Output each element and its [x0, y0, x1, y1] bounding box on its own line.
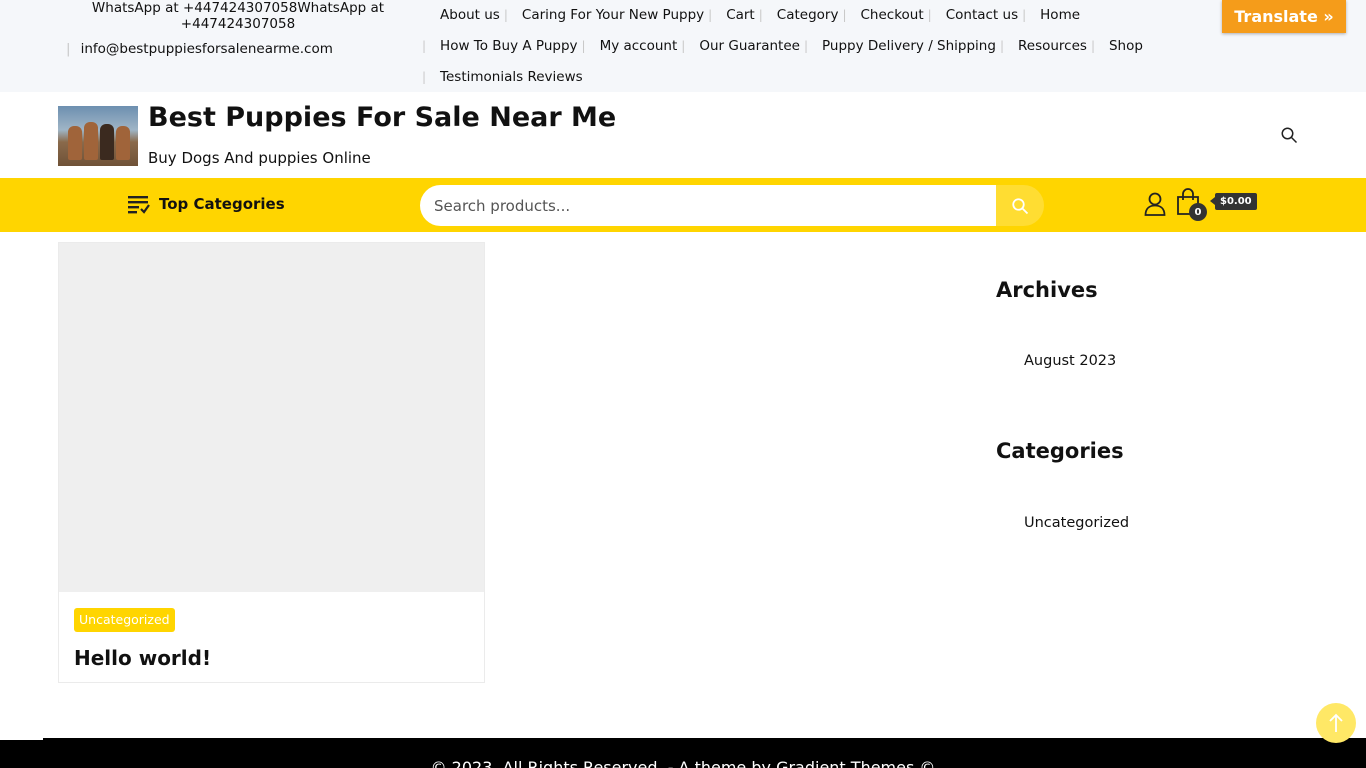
top-categories-toggle[interactable]: Top Categories [128, 194, 285, 214]
email-link[interactable]: info@bestpuppiesforsalenearme.com [81, 41, 333, 57]
top-nav-item[interactable]: | Shop [1087, 31, 1143, 62]
top-nav-label[interactable]: Shop [1109, 31, 1143, 62]
top-categories-label: Top Categories [159, 195, 285, 213]
category-item[interactable]: Uncategorized [1024, 515, 1129, 531]
post-card: Uncategorized Hello world! [58, 242, 485, 683]
logo-dog-graphic [116, 126, 130, 160]
nav-separator: | [708, 8, 713, 22]
nav-separator: | [581, 39, 586, 53]
whatsapp-contact[interactable]: WhatsApp at +447424307058WhatsApp at +44… [88, 0, 388, 32]
top-nav-item[interactable]: | Contact us [924, 0, 1018, 31]
top-nav-item[interactable]: | My account [578, 31, 678, 62]
nav-separator: | [927, 8, 932, 22]
nav-separator: | [422, 70, 427, 84]
categories-widget-title: Categories [996, 439, 1124, 463]
top-nav-item[interactable]: | Caring For Your New Puppy [500, 0, 704, 31]
top-nav-item[interactable]: | Testimonials Reviews [418, 62, 583, 93]
nav-separator: | [803, 39, 808, 53]
logo-dog-graphic [100, 124, 114, 160]
top-nav-label[interactable]: Contact us [946, 0, 1018, 31]
category-list-icon [128, 196, 150, 214]
email-contact[interactable]: | info@bestpuppiesforsalenearme.com [66, 41, 333, 57]
top-nav-label[interactable]: About us [440, 0, 500, 31]
top-nav-label[interactable]: Resources [1018, 31, 1087, 62]
top-nav-label[interactable]: Caring For Your New Puppy [522, 0, 704, 31]
product-search-form [420, 185, 1044, 226]
separator: | [66, 41, 71, 57]
cart-count-badge: 0 [1189, 203, 1207, 221]
top-nav-item[interactable]: | Our Guarantee [677, 31, 800, 62]
top-nav-label[interactable]: Testimonials Reviews [440, 62, 583, 93]
nav-separator: | [758, 8, 763, 22]
top-nav-item[interactable]: | Checkout [838, 0, 923, 31]
top-nav-item[interactable]: | Home [1018, 0, 1080, 31]
top-nav-label[interactable]: Category [777, 0, 839, 31]
nav-separator: | [999, 39, 1004, 53]
logo-dog-graphic [68, 126, 82, 160]
top-nav-item[interactable]: | Puppy Delivery / Shipping [800, 31, 996, 62]
product-search-button[interactable] [996, 185, 1044, 226]
top-nav-list: |About us|Caring For Your New Puppy|Cart… [418, 0, 1208, 93]
footer-copyright: © 2023. All Rights Reserved. - A theme b… [430, 758, 936, 768]
top-nav-item[interactable]: | Resources [996, 31, 1087, 62]
top-navigation: |About us|Caring For Your New Puppy|Cart… [418, 0, 1208, 93]
top-nav-item[interactable]: | Category [755, 0, 839, 31]
product-search-input[interactable] [420, 185, 996, 226]
top-nav-label[interactable]: Home [1040, 0, 1080, 31]
top-nav-item[interactable]: | Cart [704, 0, 755, 31]
site-logo[interactable] [58, 106, 138, 166]
nav-separator: | [422, 39, 427, 53]
site-tagline: Buy Dogs And puppies Online [148, 149, 371, 167]
top-nav-label[interactable]: Puppy Delivery / Shipping [822, 31, 996, 62]
nav-separator: | [503, 8, 508, 22]
category-search-bar: Top Categories 0 $0.00 [0, 178, 1366, 232]
nav-separator: | [842, 8, 847, 22]
nav-separator: | [1022, 8, 1027, 22]
top-nav-item[interactable]: | How To Buy A Puppy [418, 31, 578, 62]
top-bar: WhatsApp at +447424307058WhatsApp at +44… [0, 0, 1366, 92]
site-footer: © 2023. All Rights Reserved. - A theme b… [0, 738, 1366, 768]
scroll-to-top-button[interactable] [1316, 703, 1356, 743]
post-thumbnail[interactable] [59, 243, 484, 592]
post-category-badge[interactable]: Uncategorized [74, 608, 175, 632]
top-nav-item[interactable]: |About us [418, 0, 500, 31]
search-icon[interactable] [1280, 126, 1298, 144]
footer-edge [0, 738, 43, 740]
nav-separator: | [1090, 39, 1095, 53]
post-title[interactable]: Hello world! [74, 646, 211, 670]
translate-button[interactable]: Translate » [1222, 0, 1346, 33]
search-icon [1012, 197, 1029, 214]
top-nav-label[interactable]: My account [600, 31, 678, 62]
logo-dog-graphic [84, 122, 98, 160]
site-title[interactable]: Best Puppies For Sale Near Me [148, 102, 616, 133]
arrow-up-icon [1329, 713, 1343, 732]
top-nav-label[interactable]: How To Buy A Puppy [440, 31, 577, 62]
site-header: Best Puppies For Sale Near Me Buy Dogs A… [0, 92, 1366, 178]
archive-item[interactable]: August 2023 [1024, 353, 1116, 369]
top-nav-label[interactable]: Checkout [861, 0, 924, 31]
top-nav-label[interactable]: Cart [726, 0, 755, 31]
cart-total-badge[interactable]: $0.00 [1210, 193, 1257, 210]
nav-separator: | [681, 39, 686, 53]
user-account-icon[interactable] [1144, 192, 1166, 216]
archives-widget-title: Archives [996, 278, 1098, 302]
top-nav-label[interactable]: Our Guarantee [699, 31, 800, 62]
